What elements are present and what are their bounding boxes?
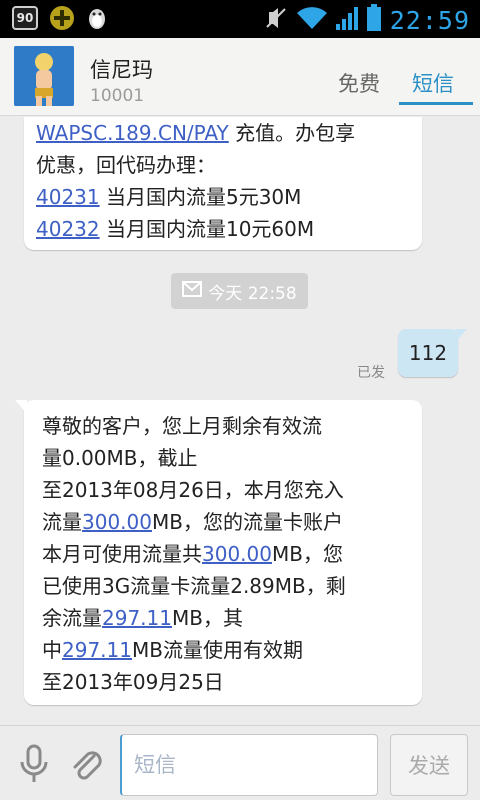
- message-text: 当月国内流量5元30M: [99, 185, 302, 209]
- app-badge-icon: 90: [12, 6, 38, 30]
- clock: 22:59: [389, 5, 470, 35]
- message-text: MB流量使用有效期: [131, 638, 303, 662]
- microphone-button[interactable]: [16, 744, 52, 784]
- signal-icon: [335, 5, 358, 35]
- outgoing-message[interactable]: 112: [398, 329, 467, 377]
- message-line: 流量300.00MB，您的流量卡账户: [42, 506, 404, 538]
- avatar[interactable]: [14, 46, 74, 106]
- message-text: 充值。办包享: [228, 121, 356, 145]
- message-text: 至2013年09月25日: [42, 670, 224, 694]
- microphone-icon: [20, 744, 48, 782]
- message-text: 流量: [42, 510, 82, 534]
- tab-free[interactable]: 免费: [338, 68, 380, 98]
- message-link[interactable]: 300.00: [82, 510, 152, 534]
- message-text: 当月国内流量10元60M: [99, 217, 315, 241]
- message-list[interactable]: WAPSC.189.CN/PAY 充值。办包享 优惠，回代码办理： 40231 …: [0, 117, 480, 725]
- message-link[interactable]: 297.11: [102, 606, 172, 630]
- attach-button[interactable]: [68, 744, 104, 784]
- message-text: 量0.00MB，截止: [42, 446, 198, 470]
- app-plus-icon: [50, 6, 74, 30]
- conversation-header: 信尼玛 10001 免费 短信: [0, 38, 480, 116]
- status-bar: 90 22:59: [0, 0, 480, 38]
- incoming-message[interactable]: WAPSC.189.CN/PAY 充值。办包享 优惠，回代码办理： 40231 …: [24, 117, 422, 250]
- wifi-icon: [296, 5, 328, 35]
- message-line: 40232 当月国内流量10元60M: [36, 213, 410, 245]
- message-line: 量0.00MB，截止: [42, 442, 404, 474]
- message-link[interactable]: 297.11: [62, 638, 132, 662]
- contact-name: 信尼玛: [90, 58, 153, 82]
- message-text: 至2013年08月26日，本月您充入: [42, 478, 344, 502]
- message-line: 40231 当月国内流量5元30M: [36, 181, 410, 213]
- message-text: 本月可使用流量共: [42, 542, 202, 566]
- send-button[interactable]: 发送: [390, 734, 468, 796]
- message-text: 已使用3G流量卡流量2.89MB，剩: [42, 574, 346, 598]
- message-text: 余流量: [42, 606, 102, 630]
- message-text: 优惠，回代码办理：: [36, 153, 216, 177]
- message-link[interactable]: 300.00: [202, 542, 272, 566]
- system-icons: 22:59: [264, 4, 470, 36]
- tab-sms[interactable]: 短信: [412, 68, 454, 98]
- notification-icons: 90: [12, 6, 108, 30]
- contact-number: 10001: [90, 86, 145, 106]
- message-input[interactable]: [120, 734, 378, 796]
- sent-status: 已发: [357, 365, 385, 381]
- message-link[interactable]: 40232: [36, 217, 100, 241]
- penguin-icon: [86, 6, 108, 30]
- message-link[interactable]: WAPSC.189.CN/PAY: [36, 121, 229, 145]
- message-line: 尊敬的客户，您上月剩余有效流: [42, 410, 404, 442]
- incoming-message[interactable]: 尊敬的客户，您上月剩余有效流 量0.00MB，截止 至2013年08月26日，本…: [15, 400, 422, 705]
- message-line: 本月可使用流量共300.00MB，您: [42, 538, 404, 570]
- message-line: 中297.11MB流量使用有效期: [42, 634, 404, 666]
- date-text: 今天 22:58: [208, 283, 297, 304]
- active-tab-indicator: [399, 102, 473, 105]
- message-line: WAPSC.189.CN/PAY 充值。办包享: [36, 117, 410, 149]
- message-line: 优惠，回代码办理：: [36, 149, 410, 181]
- message-text: MB，您: [271, 542, 343, 566]
- battery-icon: [366, 4, 382, 36]
- message-text: 尊敬的客户，您上月剩余有效流: [42, 414, 322, 438]
- message-text: MB，您的流量卡账户: [151, 510, 343, 534]
- envelope-icon: [182, 280, 203, 302]
- message-text: 112: [408, 341, 448, 365]
- mute-icon: [264, 5, 288, 35]
- message-line: 至2013年08月26日，本月您充入: [42, 474, 404, 506]
- message-line: 余流量297.11MB，其: [42, 602, 404, 634]
- message-text: 中: [42, 638, 62, 662]
- message-link[interactable]: 40231: [36, 185, 100, 209]
- paperclip-icon: [73, 751, 102, 780]
- message-text: MB，其: [171, 606, 243, 630]
- date-divider: 今天 22:58: [171, 273, 308, 309]
- message-line: 至2013年09月25日: [42, 666, 404, 698]
- bubble-tail: [15, 400, 27, 414]
- message-line: 已使用3G流量卡流量2.89MB，剩: [42, 570, 404, 602]
- bubble-tail: [455, 329, 467, 343]
- compose-bar: 发送: [0, 725, 480, 800]
